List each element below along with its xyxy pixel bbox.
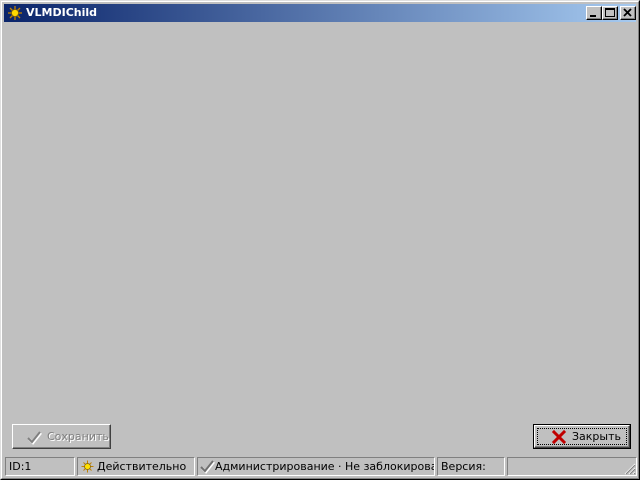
save-button-label: Сохранить <box>47 430 109 443</box>
close-window-button[interactable] <box>620 6 636 20</box>
status-panel-validity: Действительно <box>77 457 195 476</box>
status-bar: ID:1 Действительно Администрирование · Н… <box>4 456 638 477</box>
status-panel-id: ID:1 <box>5 457 75 476</box>
status-panel-extra <box>507 457 637 476</box>
minimize-button[interactable] <box>586 6 602 20</box>
title-bar[interactable]: VLMDIChild <box>4 4 636 22</box>
size-grip-icon[interactable] <box>624 463 636 475</box>
close-button-label: Закрыть <box>572 430 621 443</box>
maximize-button[interactable] <box>602 6 618 20</box>
window-title: VLMDIChild <box>26 6 98 19</box>
red-x-icon <box>551 429 567 445</box>
validity-status: Действительно <box>97 460 187 473</box>
sun-icon <box>81 460 94 473</box>
close-icon <box>623 8 632 17</box>
checkmark-icon <box>200 460 215 474</box>
status-panel-lock: Администрирование · Не заблокирован <box>197 457 435 476</box>
maximize-icon <box>605 8 615 17</box>
version-label: Версия: <box>441 460 486 473</box>
record-id: ID:1 <box>9 460 32 473</box>
sun-icon[interactable] <box>7 5 23 21</box>
mdi-child-window: VLMDIChild Сохранить Закрыть ID:1 Действ… <box>0 0 640 480</box>
save-button[interactable]: Сохранить <box>12 424 111 449</box>
status-panel-version: Версия: <box>437 457 505 476</box>
close-button[interactable]: Закрыть <box>533 424 631 449</box>
minimize-icon <box>590 15 596 17</box>
client-area <box>4 23 636 455</box>
checkmark-icon <box>27 431 42 445</box>
lock-status: Администрирование · Не заблокирован <box>215 460 435 473</box>
